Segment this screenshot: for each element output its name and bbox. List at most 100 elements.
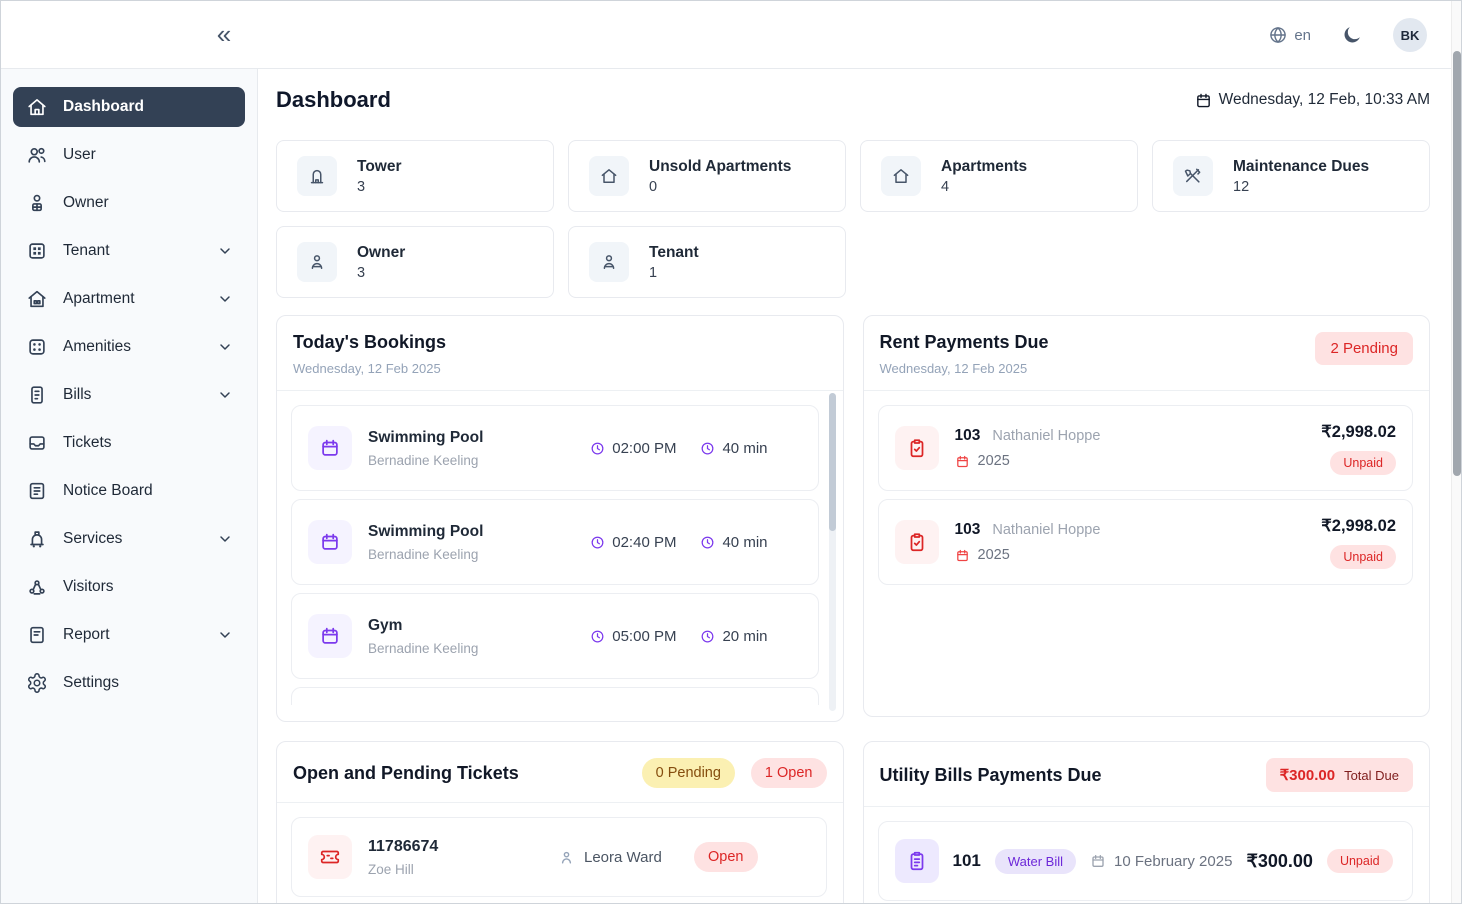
booking-item[interactable]: Gym Bernadine Keeling 05:00 PM 20 min xyxy=(291,593,819,679)
booking-item-partial[interactable] xyxy=(291,687,819,705)
calendar-icon xyxy=(955,454,970,469)
stat-value: 12 xyxy=(1233,179,1369,195)
sidebar-item-label: User xyxy=(63,146,233,164)
language-switcher[interactable]: en xyxy=(1268,25,1311,45)
clock-icon xyxy=(590,629,605,644)
sidebar-item-label: Report xyxy=(63,626,217,644)
chevron-down-icon xyxy=(217,387,233,403)
avatar-initials: BK xyxy=(1401,28,1420,43)
stat-value: 0 xyxy=(649,179,791,195)
sidebar-item-label: Owner xyxy=(63,194,233,212)
page-scrollbar[interactable] xyxy=(1451,1,1461,903)
stat-card-apartments: Apartments 4 xyxy=(860,140,1138,212)
utility-bills-card: Utility Bills Payments Due ₹300.00 Total… xyxy=(863,741,1431,903)
bookings-scrollbar-thumb[interactable] xyxy=(829,393,836,531)
bookings-list: Swimming Pool Bernadine Keeling 02:00 PM… xyxy=(277,391,843,715)
booking-item[interactable]: Swimming Pool Bernadine Keeling 02:40 PM… xyxy=(291,499,819,585)
stat-value: 4 xyxy=(941,179,1027,195)
card-title: Open and Pending Tickets xyxy=(293,763,519,784)
rent-period: 2025 xyxy=(978,547,1010,563)
sidebar-item-label: Services xyxy=(63,530,217,548)
utility-amount: ₹300.00 xyxy=(1246,851,1313,872)
card-date: Wednesday, 12 Feb 2025 xyxy=(293,361,827,376)
apartment-icon xyxy=(25,287,49,311)
sidebar-item-user[interactable]: User xyxy=(13,135,245,175)
stat-card-maintenance-dues: Maintenance Dues12 xyxy=(1152,140,1430,212)
chevron-down-icon xyxy=(217,291,233,307)
card-title: Utility Bills Payments Due xyxy=(880,765,1102,786)
tickets-card: Open and Pending Tickets 0 Pending 1 Ope… xyxy=(276,741,844,903)
home-icon xyxy=(589,156,629,196)
sidebar-item-owner[interactable]: Owner xyxy=(13,183,245,223)
owner-icon xyxy=(25,191,49,215)
sidebar-item-bills[interactable]: Bills xyxy=(13,375,245,415)
sidebar-item-services[interactable]: Services xyxy=(13,519,245,559)
person-icon xyxy=(558,849,575,866)
main-content: Dashboard Wednesday, 12 Feb, 10:33 AM To… xyxy=(258,69,1451,903)
datetime-label: Wednesday, 12 Feb, 10:33 AM xyxy=(1219,91,1430,109)
bookings-scrollbar[interactable] xyxy=(829,393,836,711)
stat-card-unsold-apartments: Unsold Apartments 0 xyxy=(568,140,846,212)
app-window: « en BK Dashboard User Owner xyxy=(0,0,1462,904)
sidebar-item-settings[interactable]: Settings xyxy=(13,663,245,703)
inbox-icon xyxy=(25,431,49,455)
stat-label: Unsold Apartments xyxy=(649,158,791,176)
avatar[interactable]: BK xyxy=(1393,18,1427,52)
sidebar-item-label: Notice Board xyxy=(63,482,233,500)
clock-icon xyxy=(700,535,715,550)
maintenance-tools-icon xyxy=(1173,156,1213,196)
sidebar-item-label: Bills xyxy=(63,386,217,404)
sidebar-item-report[interactable]: Report xyxy=(13,615,245,655)
globe-icon xyxy=(1268,25,1288,45)
sidebar-item-visitors[interactable]: Visitors xyxy=(13,567,245,607)
sidebar-item-dashboard[interactable]: Dashboard xyxy=(13,87,245,127)
bill-type-badge: Water Bill xyxy=(995,849,1076,874)
chevron-down-icon xyxy=(217,339,233,355)
dark-mode-toggle[interactable] xyxy=(1341,24,1363,46)
services-icon xyxy=(25,527,49,551)
rent-amount: ₹2,998.02 xyxy=(1321,422,1396,442)
sidebar-item-notice-board[interactable]: Notice Board xyxy=(13,471,245,511)
notice-board-icon xyxy=(25,479,49,503)
rent-item[interactable]: 103 Nathaniel Hoppe 2025 ₹2,998.02 Unpai… xyxy=(878,499,1414,585)
stat-card-owner: Owner3 xyxy=(276,226,554,298)
rent-item[interactable]: 103 Nathaniel Hoppe 2025 ₹2,998.02 Unpai… xyxy=(878,405,1414,491)
clock-icon xyxy=(700,441,715,456)
tenant-grid-icon xyxy=(25,239,49,263)
stat-value: 1 xyxy=(649,265,699,281)
amenities-icon xyxy=(25,335,49,359)
utility-bill-item[interactable]: 101 Water Bill 10 February 2025 ₹300.00 … xyxy=(878,821,1414,901)
clipboard-check-icon xyxy=(895,520,939,564)
sidebar-item-tenant[interactable]: Tenant xyxy=(13,231,245,271)
ticket-item[interactable]: 11786674 Zoe Hill Leora Ward Open xyxy=(291,817,827,897)
booking-duration: 40 min xyxy=(722,534,767,551)
clock-icon xyxy=(700,629,715,644)
ticket-icon xyxy=(308,835,352,879)
booking-person: Bernadine Keeling xyxy=(368,641,590,656)
stat-card-tower: Tower3 xyxy=(276,140,554,212)
stat-label: Apartments xyxy=(941,158,1027,176)
sidebar-item-amenities[interactable]: Amenities xyxy=(13,327,245,367)
booking-facility: Swimming Pool xyxy=(368,429,590,447)
bills-icon xyxy=(25,383,49,407)
pending-tickets-badge: 0 Pending xyxy=(642,758,735,788)
chevron-down-icon xyxy=(217,243,233,259)
booking-time: 05:00 PM xyxy=(612,628,676,645)
current-datetime: Wednesday, 12 Feb, 10:33 AM xyxy=(1195,91,1430,109)
sidebar-item-label: Amenities xyxy=(63,338,217,356)
clock-icon xyxy=(590,441,605,456)
status-badge: Unpaid xyxy=(1330,451,1396,475)
sidebar-item-apartment[interactable]: Apartment xyxy=(13,279,245,319)
ticket-assignee: Leora Ward xyxy=(584,849,662,866)
booking-calendar-icon xyxy=(308,614,352,658)
rent-unit: 103 xyxy=(955,521,981,539)
sidebar-collapse-button[interactable]: « xyxy=(207,17,241,51)
rent-unit: 103 xyxy=(955,427,981,445)
booking-item[interactable]: Swimming Pool Bernadine Keeling 02:00 PM… xyxy=(291,405,819,491)
status-badge: Unpaid xyxy=(1327,849,1393,873)
sidebar-item-label: Tickets xyxy=(63,434,233,452)
sidebar-item-tickets[interactable]: Tickets xyxy=(13,423,245,463)
page-scrollbar-thumb[interactable] xyxy=(1453,51,1461,476)
status-badge: Unpaid xyxy=(1330,545,1396,569)
calendar-icon xyxy=(1195,92,1212,109)
